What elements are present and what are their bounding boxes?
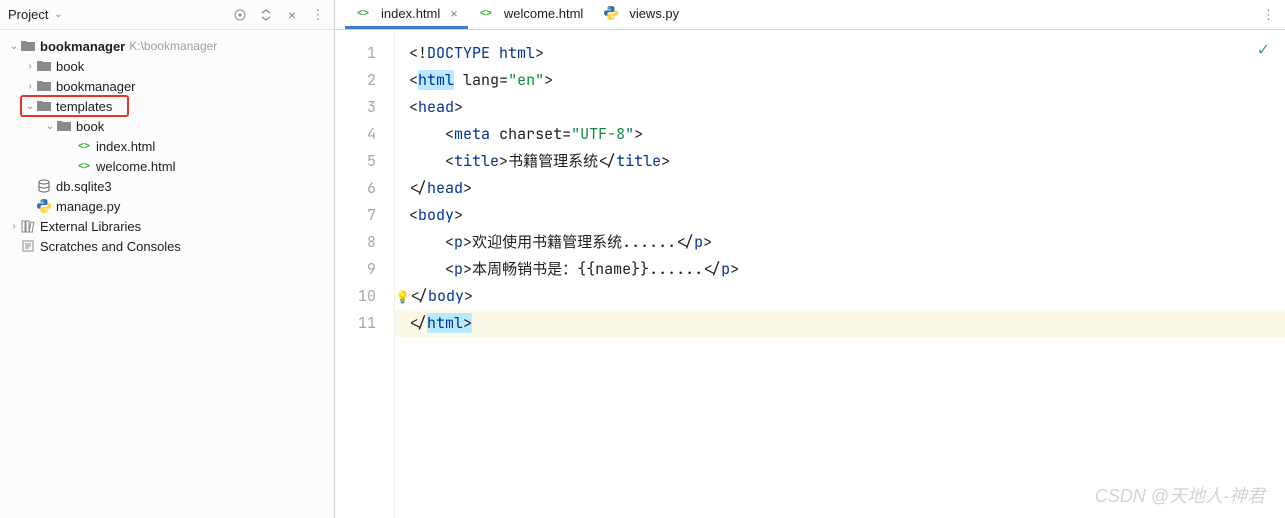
- tree-label: bookmanager: [40, 39, 125, 54]
- tree-item[interactable]: ⌄ book: [0, 116, 334, 136]
- tabs-more-icon[interactable]: ⋮: [1252, 0, 1285, 29]
- database-icon: [36, 178, 52, 194]
- tree-item[interactable]: › book: [0, 56, 334, 76]
- tree-label: index.html: [96, 139, 155, 154]
- html-icon: <>: [478, 5, 494, 21]
- html-icon: <>: [76, 138, 92, 154]
- close-icon[interactable]: ×: [450, 6, 458, 21]
- tree-item-root[interactable]: ⌄ bookmanager K:\bookmanager: [0, 36, 334, 56]
- editor-tabs: <> index.html × <> welcome.html views.py…: [335, 0, 1285, 30]
- no-problems-checkmark-icon[interactable]: ✓: [1257, 40, 1270, 60]
- hide-icon[interactable]: ×: [284, 7, 300, 23]
- tree-label: welcome.html: [96, 159, 175, 174]
- scratches-icon: [20, 238, 36, 254]
- project-tree: ⌄ bookmanager K:\bookmanager › book › bo…: [0, 30, 334, 518]
- expand-collapse-icon[interactable]: [258, 7, 274, 23]
- project-sidebar: Project ⌄ × ⋮ ⌄ bookmanager K:\bookmanag…: [0, 0, 335, 518]
- python-icon: [603, 5, 619, 21]
- tree-item-external-libraries[interactable]: › External Libraries: [0, 216, 334, 236]
- folder-icon: [36, 98, 52, 114]
- tree-path: K:\bookmanager: [129, 39, 217, 53]
- chevron-down-icon: ⌄: [8, 41, 20, 52]
- tree-item-file[interactable]: db.sqlite3: [0, 176, 334, 196]
- chevron-down-icon: ⌄: [44, 121, 56, 132]
- tree-label: book: [56, 59, 84, 74]
- tab-label: index.html: [381, 6, 440, 21]
- tree-label: manage.py: [56, 199, 120, 214]
- tree-label: book: [76, 119, 104, 134]
- tab-welcome-html[interactable]: <> welcome.html: [468, 0, 593, 29]
- tab-index-html[interactable]: <> index.html ×: [345, 0, 468, 29]
- intention-bulb-icon[interactable]: 💡: [395, 289, 410, 305]
- tree-item-file[interactable]: manage.py: [0, 196, 334, 216]
- chevron-right-icon: ›: [8, 221, 20, 232]
- code-editor[interactable]: 1234567891011 <!DOCTYPE html><html lang=…: [335, 30, 1285, 518]
- python-icon: [36, 198, 52, 214]
- folder-icon: [20, 38, 36, 54]
- more-icon[interactable]: ⋮: [310, 7, 326, 23]
- chevron-right-icon: ›: [24, 61, 36, 72]
- tree-label: templates: [56, 99, 112, 114]
- sidebar-title-button[interactable]: Project ⌄: [8, 7, 64, 22]
- tab-label: views.py: [629, 6, 679, 21]
- line-number-gutter: 1234567891011: [335, 30, 395, 518]
- editor-area: <> index.html × <> welcome.html views.py…: [335, 0, 1285, 518]
- chevron-right-icon: ›: [24, 81, 36, 92]
- folder-icon: [36, 78, 52, 94]
- sidebar-header: Project ⌄ × ⋮: [0, 0, 334, 30]
- tree-item-templates[interactable]: ⌄ templates: [0, 96, 334, 116]
- folder-icon: [56, 118, 72, 134]
- watermark: CSDN @天地人-神君: [1095, 482, 1265, 508]
- tree-label: External Libraries: [40, 219, 141, 234]
- library-icon: [20, 218, 36, 234]
- chevron-down-icon: ⌄: [24, 101, 36, 112]
- tab-label: welcome.html: [504, 6, 583, 21]
- tree-item-file[interactable]: <> welcome.html: [0, 156, 334, 176]
- code-content[interactable]: <!DOCTYPE html><html lang="en"><head> <m…: [395, 30, 1285, 518]
- select-opened-file-icon[interactable]: [232, 7, 248, 23]
- tree-label: db.sqlite3: [56, 179, 112, 194]
- tree-label: bookmanager: [56, 79, 136, 94]
- tab-views-py[interactable]: views.py: [593, 0, 689, 29]
- tree-label: Scratches and Consoles: [40, 239, 181, 254]
- html-icon: <>: [76, 158, 92, 174]
- html-icon: <>: [355, 5, 371, 21]
- folder-icon: [36, 58, 52, 74]
- tree-item-scratches[interactable]: Scratches and Consoles: [0, 236, 334, 256]
- tree-item-file[interactable]: <> index.html: [0, 136, 334, 156]
- tree-item[interactable]: › bookmanager: [0, 76, 334, 96]
- chevron-down-icon: ⌄: [52, 9, 64, 20]
